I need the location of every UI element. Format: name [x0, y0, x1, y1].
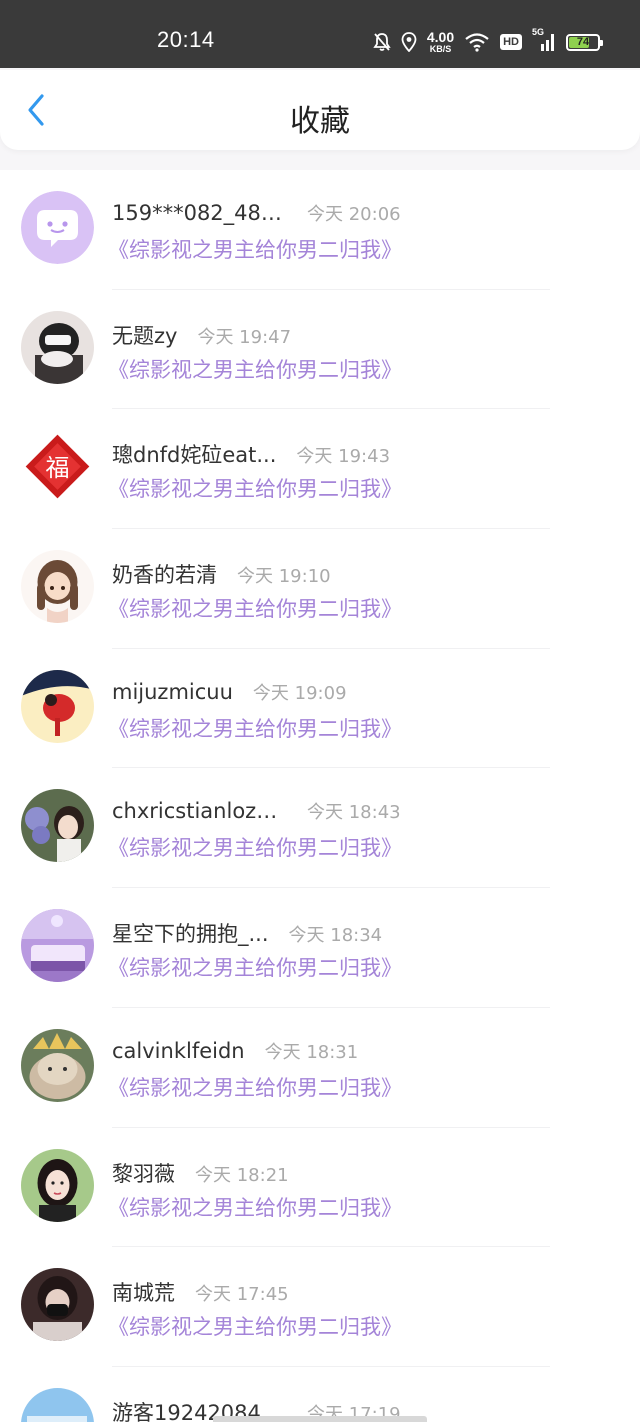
favorite-item[interactable]: mijuzmicuu 今天 19:09 《综影视之男主给你男二归我》 — [0, 649, 640, 769]
purple-room-avatar[interactable] — [21, 909, 94, 983]
network-speed: 4.00 KB/S — [427, 30, 454, 54]
girl-photo-avatar[interactable] — [21, 310, 94, 384]
masked-girl-avatar[interactable] — [21, 1268, 94, 1342]
name-row: 奶香的若清 今天 19:10 — [112, 559, 331, 589]
favorites-list: 159***082_486... 今天 20:06 《综影视之男主给你男二归我》 无题… — [0, 170, 640, 1422]
page-title: 收藏 — [290, 104, 350, 139]
favorite-time: 今天 18:34 — [288, 925, 383, 947]
fu-character-avatar[interactable]: 福 — [21, 430, 94, 504]
book-title-link[interactable]: 《综影视之男主给你男二归我》 — [108, 473, 402, 503]
favorite-time: 今天 17:45 — [195, 1284, 289, 1306]
book-title-link[interactable]: 《综影视之男主给你男二归我》 — [108, 952, 402, 982]
anime-girl-avatar[interactable] — [21, 550, 94, 624]
user-name[interactable]: 星空下的拥抱_... — [112, 918, 269, 948]
status-bar: 20:14 4.00 KB/S HD 5G 74 — [0, 0, 640, 68]
favorite-item[interactable]: calvinklfeidn 今天 18:31 《综影视之男主给你男二归我》 — [0, 1008, 640, 1128]
mute-bell-icon — [373, 32, 391, 52]
favorite-time: 今天 18:43 — [307, 802, 401, 824]
book-title-link[interactable]: 《综影视之男主给你男二归我》 — [108, 234, 402, 264]
battery-icon: 74 — [566, 33, 603, 51]
book-title-link[interactable]: 《综影视之男主给你男二归我》 — [108, 593, 402, 623]
book-title-link[interactable]: 《综影视之男主给你男二归我》 — [108, 832, 402, 862]
favorite-item[interactable]: 159***082_486... 今天 20:06 《综影视之男主给你男二归我》 — [0, 170, 640, 290]
user-name[interactable]: 无题zy — [112, 320, 177, 350]
favorite-item[interactable]: chxricstianlozu... 今天 18:43 《综影视之男主给你男二归我》 — [0, 768, 640, 889]
user-name[interactable]: 璁dnfd姹砬eat... — [112, 439, 276, 469]
user-name[interactable]: 南城荒 — [112, 1277, 175, 1307]
battery-level: 74 — [576, 36, 590, 48]
favorite-time: 今天 19:10 — [237, 566, 331, 588]
signal-5g-icon: 5G — [532, 27, 556, 53]
book-title-link[interactable]: 《综影视之男主给你男二归我》 — [108, 1192, 402, 1222]
status-time: 20:14 — [157, 27, 215, 52]
red-figure-avatar[interactable] — [21, 669, 94, 743]
status-icons: 4.00 KB/S HD 5G 74 — [373, 26, 603, 58]
favorite-item[interactable]: 游客1924208472今天 17:19《综影视之男主给你男二归我》 — [0, 1367, 640, 1422]
favorite-item[interactable]: 无题zy 今天 19:47 《综影视之男主给你男二归我》 — [0, 290, 640, 410]
chat-bubble-avatar[interactable] — [21, 191, 94, 264]
name-row: 南城荒 今天 17:45 — [112, 1277, 289, 1307]
name-row: 黎羽薇 今天 18:21 — [112, 1158, 289, 1188]
hd-badge: HD — [500, 34, 522, 50]
favorite-time: 今天 19:43 — [296, 446, 391, 468]
network-speed-unit: KB/S — [429, 44, 452, 54]
header: 收藏 — [0, 70, 640, 150]
cat-avatar[interactable] — [21, 1028, 94, 1102]
favorite-item[interactable]: 星空下的拥抱_... 今天 18:34 《综影视之男主给你男二归我》 — [0, 888, 640, 1008]
book-title-link[interactable]: 《综影视之男主给你男二归我》 — [108, 1072, 402, 1102]
user-name[interactable]: calvinklfeidn — [112, 1039, 245, 1063]
user-name[interactable]: 奶香的若清 — [112, 559, 217, 589]
location-icon — [401, 32, 417, 52]
sky-avatar[interactable] — [21, 1387, 94, 1422]
favorite-time: 今天 20:06 — [307, 204, 401, 225]
name-row: mijuzmicuu 今天 19:09 — [112, 679, 347, 705]
favorite-time: 今天 18:21 — [195, 1164, 289, 1186]
favorite-item[interactable]: 南城荒 今天 17:45 《综影视之男主给你男二归我》 — [0, 1247, 640, 1367]
favorite-time: 今天 18:31 — [264, 1041, 359, 1063]
flower-girl-avatar[interactable] — [21, 789, 94, 863]
book-title-link[interactable]: 《综影视之男主给你男二归我》 — [108, 713, 402, 743]
favorite-item[interactable]: 奶香的若清 今天 19:10 《综影视之男主给你男二归我》 — [0, 529, 640, 649]
name-row: chxricstianlozu... 今天 18:43 — [112, 798, 401, 824]
favorite-time: 今天 19:47 — [197, 326, 292, 348]
girl-portrait-avatar[interactable] — [21, 1148, 94, 1222]
name-row: calvinklfeidn 今天 18:31 — [112, 1038, 358, 1064]
name-row: 璁dnfd姹砬eat... 今天 19:43 — [112, 439, 390, 469]
home-indicator[interactable] — [213, 1416, 427, 1422]
favorite-item[interactable]: 黎羽薇 今天 18:21 《综影视之男主给你男二归我》 — [0, 1128, 640, 1248]
svg-text:福: 福 — [46, 454, 70, 482]
name-row: 星空下的拥抱_... 今天 18:34 — [112, 918, 382, 948]
user-name[interactable]: chxricstianlozu... — [112, 799, 287, 823]
book-title-link[interactable]: 《综影视之男主给你男二归我》 — [108, 1311, 402, 1341]
user-name[interactable]: 黎羽薇 — [112, 1158, 175, 1188]
favorite-time: 今天 19:09 — [252, 682, 347, 704]
user-name[interactable]: mijuzmicuu — [112, 680, 233, 704]
signal-5g-label: 5G — [532, 27, 545, 37]
book-title-link[interactable]: 《综影视之男主给你男二归我》 — [108, 354, 402, 384]
network-speed-value: 4.00 — [426, 29, 455, 45]
name-row: 无题zy 今天 19:47 — [112, 320, 291, 350]
favorite-item[interactable]: 福 璁dnfd姹砬eat... 今天 19:43 《综影视之男主给你男二归我》 — [0, 409, 640, 530]
user-name[interactable]: 159***082_486... — [112, 201, 287, 225]
wifi-icon — [464, 32, 490, 52]
name-row: 159***082_486... 今天 20:06 — [112, 200, 401, 226]
